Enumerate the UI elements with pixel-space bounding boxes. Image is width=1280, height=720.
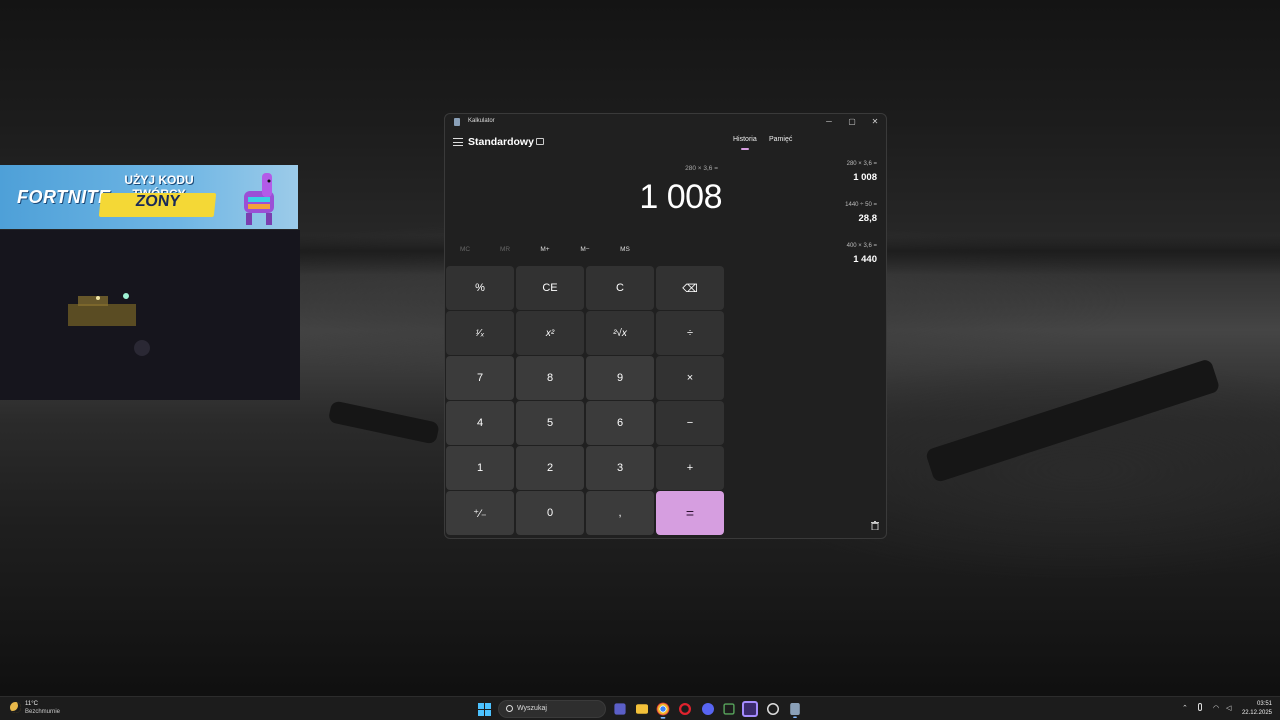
history-expression: 1440 ÷ 50 =	[845, 202, 877, 208]
square-button[interactable]: x²	[516, 311, 584, 355]
result-display: 1 008	[639, 178, 722, 216]
memory-recall-button[interactable]: MR	[490, 246, 520, 253]
reciprocal-button[interactable]: ¹⁄ₓ	[446, 311, 514, 355]
history-item[interactable]: 400 × 3,6 = 1 440	[767, 243, 877, 265]
opera-icon[interactable]	[679, 703, 691, 715]
square-root-button[interactable]: ²√x	[586, 311, 654, 355]
obs-icon[interactable]	[767, 703, 779, 715]
digit-1-button[interactable]: 1	[446, 446, 514, 490]
start-icon[interactable]	[478, 703, 491, 716]
backspace-button[interactable]: ⌫	[656, 266, 724, 310]
history-item[interactable]: 280 × 3,6 = 1 008	[767, 161, 877, 183]
wifi-icon[interactable]: ◠	[1213, 704, 1219, 712]
calculator-app-icon	[454, 118, 460, 126]
digit-9-button[interactable]: 9	[586, 356, 654, 400]
clock-time: 03:51	[1256, 701, 1272, 707]
history-result: 1 440	[853, 254, 877, 265]
minimize-icon[interactable]: ─	[818, 115, 840, 129]
taskbar-search[interactable]: Wyszukaj	[498, 700, 606, 718]
tab-history[interactable]: Historia	[733, 136, 757, 150]
subtract-button[interactable]: −	[656, 401, 724, 445]
search-icon	[506, 705, 513, 712]
promo-creator-code: ZONY	[98, 193, 217, 217]
divide-button[interactable]: ÷	[656, 311, 724, 355]
weather-description[interactable]: Bezchmurnie	[25, 709, 60, 715]
calculator-window: Kalkulator ─ ▢ ✕ Standardowy Historia Pa…	[444, 113, 887, 539]
webcam-overlay	[0, 230, 300, 400]
file-explorer-icon[interactable]	[636, 704, 648, 714]
add-button[interactable]: +	[656, 446, 724, 490]
moon-weather-icon[interactable]	[10, 702, 21, 713]
decimal-button[interactable]: ,	[586, 491, 654, 535]
history-result: 1 008	[853, 172, 877, 183]
digit-6-button[interactable]: 6	[586, 401, 654, 445]
clock-date: 22.12.2025	[1241, 710, 1272, 716]
weather-temperature[interactable]: 11°C	[25, 701, 38, 707]
memory-store-button[interactable]: MS	[610, 246, 640, 253]
history-expression: 280 × 3,6 =	[846, 161, 877, 167]
close-icon[interactable]: ✕	[864, 115, 886, 129]
chrome-icon[interactable]	[656, 702, 670, 719]
teams-icon[interactable]	[614, 703, 626, 715]
taskbar-clock[interactable]: 03:51 22.12.2025	[1236, 700, 1272, 718]
memory-subtract-button[interactable]: M−	[570, 246, 600, 253]
history-result: 28,8	[858, 213, 878, 224]
history-expression: 400 × 3,6 =	[846, 243, 877, 249]
xbox-icon[interactable]	[723, 703, 735, 715]
promo-brand: FORTNITE	[17, 187, 111, 207]
search-placeholder: Wyszukaj	[517, 705, 547, 712]
history-item[interactable]: 1440 ÷ 50 = 28,8	[767, 202, 877, 224]
fortnite-promo-banner: FORTNITE UŻYJ KODU TWÓRCY ZONY	[0, 165, 298, 229]
title-bar[interactable]: Kalkulator ─ ▢ ✕	[445, 114, 886, 130]
tab-memory[interactable]: Pamięć	[769, 136, 792, 143]
equals-button[interactable]: =	[656, 491, 724, 535]
digit-4-button[interactable]: 4	[446, 401, 514, 445]
digit-2-button[interactable]: 2	[516, 446, 584, 490]
negate-button[interactable]: ⁺⁄₋	[446, 491, 514, 535]
chevron-up-icon[interactable]: ⌃	[1182, 704, 1188, 712]
digit-7-button[interactable]: 7	[446, 356, 514, 400]
taskbar: 11°C Bezchmurnie Wyszukaj ⌃ ◠ ◁ 03:51 22…	[0, 696, 1280, 720]
multiply-button[interactable]: ×	[656, 356, 724, 400]
window-title: Kalkulator	[468, 118, 495, 124]
keep-on-top-icon[interactable]	[536, 138, 544, 145]
maximize-icon[interactable]: ▢	[841, 115, 863, 129]
discord-icon[interactable]	[702, 703, 714, 715]
digit-0-button[interactable]: 0	[516, 491, 584, 535]
digit-3-button[interactable]: 3	[586, 446, 654, 490]
wallpaper-log	[924, 358, 1221, 484]
digit-8-button[interactable]: 8	[516, 356, 584, 400]
digit-5-button[interactable]: 5	[516, 401, 584, 445]
speaker-icon[interactable]: ◁	[1226, 704, 1231, 712]
mode-title: Standardowy	[468, 136, 534, 148]
clear-entry-button[interactable]: CE	[516, 266, 584, 310]
memory-clear-button[interactable]: MC	[450, 246, 480, 253]
trash-icon[interactable]	[871, 521, 879, 530]
percent-button[interactable]: %	[446, 266, 514, 310]
memory-add-button[interactable]: M+	[530, 246, 560, 253]
streaming-app-icon[interactable]	[742, 701, 758, 717]
microphone-icon[interactable]	[1198, 703, 1202, 711]
clear-button[interactable]: C	[586, 266, 654, 310]
wallpaper-log	[327, 400, 440, 445]
llama-icon	[244, 173, 274, 225]
calculator-taskbar-icon[interactable]	[790, 703, 800, 718]
menu-hamburger-icon[interactable]	[453, 138, 463, 146]
webcam-scene	[68, 293, 150, 356]
current-expression: 280 × 3,6 =	[685, 165, 718, 172]
